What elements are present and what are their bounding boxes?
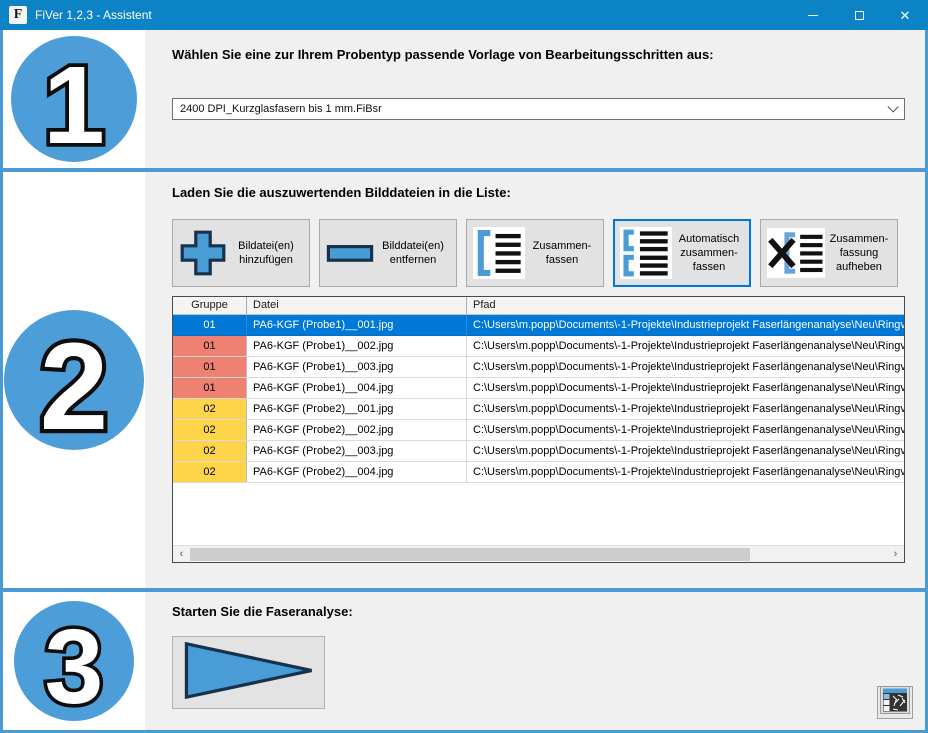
cell-pfad: C:\Users\m.popp\Documents\-1-Projekte\In… [467,315,904,335]
cell-datei: PA6-KGF (Probe1)__001.jpg [247,315,467,335]
app-window: F FiVer 1,2,3 - Assistent ✕ 1 Wählen Sie… [0,0,928,733]
play-triangle-icon [180,640,318,706]
unmerge-button[interactable]: Zusammen- fassung aufheben [760,219,898,287]
table-empty-area [173,483,904,545]
double-bracket-list-icon [620,227,672,279]
cell-gruppe: 01 [173,357,247,377]
svg-text:2: 2 [40,318,109,450]
add-image-files-label: Bildatei(en) hinzufügen [227,239,305,268]
scrollbar-thumb[interactable] [190,548,750,561]
minus-rect-icon [326,229,374,277]
step-3-column: 3 [3,592,145,730]
step-3-heading: Starten Sie die Faseranalyse: [172,604,905,619]
step-3-section: 3 Starten Sie die Faseranalyse: [3,592,925,730]
title-bar: F FiVer 1,2,3 - Assistent ✕ [0,0,928,30]
table-header: Gruppe Datei Pfad [173,297,904,315]
cell-gruppe: 01 [173,336,247,356]
cell-datei: PA6-KGF (Probe1)__002.jpg [247,336,467,356]
scroll-left-icon[interactable]: ‹ [173,547,190,562]
table-row[interactable]: 02PA6-KGF (Probe2)__003.jpgC:\Users\m.po… [173,441,904,462]
image-file-table: Gruppe Datei Pfad 01PA6-KGF (Probe1)__00… [172,296,905,563]
auto-merge-button[interactable]: Automatisch zusammen- fassen [613,219,751,287]
svg-text:3: 3 [45,608,104,721]
step-2-column: 2 [3,172,145,588]
cell-pfad: C:\Users\m.popp\Documents\-1-Projekte\In… [467,336,904,356]
x-bracket-list-icon [767,228,825,278]
table-body: 01PA6-KGF (Probe1)__001.jpgC:\Users\m.po… [173,315,904,483]
cell-datei: PA6-KGF (Probe1)__004.jpg [247,378,467,398]
cell-datei: PA6-KGF (Probe2)__004.jpg [247,462,467,482]
column-header-datei[interactable]: Datei [247,297,467,314]
close-icon: ✕ [900,9,911,22]
table-row[interactable]: 01PA6-KGF (Probe1)__004.jpgC:\Users\m.po… [173,378,904,399]
cell-datei: PA6-KGF (Probe2)__003.jpg [247,441,467,461]
minimize-icon [808,15,818,16]
template-select-value: 2400 DPI_Kurzglasfasern bis 1 mm.FiBsr [180,103,887,115]
window-title: FiVer 1,2,3 - Assistent [35,8,790,22]
cell-gruppe: 01 [173,315,247,335]
fiber-table-icon [880,686,910,719]
cell-gruppe: 01 [173,378,247,398]
remove-image-files-label: Bilddatei(en) entfernen [374,239,452,268]
cell-pfad: C:\Users\m.popp\Documents\-1-Projekte\In… [467,420,904,440]
cell-datei: PA6-KGF (Probe2)__001.jpg [247,399,467,419]
maximize-icon [855,11,864,20]
table-row[interactable]: 02PA6-KGF (Probe2)__001.jpgC:\Users\m.po… [173,399,904,420]
step-2-section: 2 Laden Sie die auszuwertenden Bilddatei… [3,172,925,588]
cell-gruppe: 02 [173,462,247,482]
remove-image-files-button[interactable]: Bilddatei(en) entfernen [319,219,457,287]
column-header-gruppe[interactable]: Gruppe [173,297,247,314]
step-1-heading: Wählen Sie eine zur Ihrem Probentyp pass… [172,47,905,62]
step-1-badge: 1 [11,36,137,162]
bracket-list-icon [473,227,525,279]
step-2-badge: 2 [4,310,144,450]
cell-pfad: C:\Users\m.popp\Documents\-1-Projekte\In… [467,462,904,482]
cell-pfad: C:\Users\m.popp\Documents\-1-Projekte\In… [467,357,904,377]
plus-icon [179,229,227,277]
chevron-down-icon [887,101,898,112]
cell-gruppe: 02 [173,420,247,440]
add-image-files-button[interactable]: Bildatei(en) hinzufügen [172,219,310,287]
merge-label: Zusammen- fassen [525,239,599,268]
app-logo-icon: F [9,6,27,24]
cell-datei: PA6-KGF (Probe2)__002.jpg [247,420,467,440]
step-1-column: 1 [3,30,145,168]
template-select[interactable]: 2400 DPI_Kurzglasfasern bis 1 mm.FiBsr [172,98,905,120]
step-1-section: 1 Wählen Sie eine zur Ihrem Probentyp pa… [3,30,925,168]
table-row[interactable]: 02PA6-KGF (Probe2)__004.jpgC:\Users\m.po… [173,462,904,483]
result-window-button[interactable] [877,686,913,719]
maximize-button[interactable] [836,0,882,30]
step-2-heading: Laden Sie die auszuwertenden Bilddateien… [172,185,905,200]
wizard-body: 1 Wählen Sie eine zur Ihrem Probentyp pa… [0,30,928,733]
table-row[interactable]: 01PA6-KGF (Probe1)__002.jpgC:\Users\m.po… [173,336,904,357]
window-controls: ✕ [790,0,928,30]
cell-datei: PA6-KGF (Probe1)__003.jpg [247,357,467,377]
cell-pfad: C:\Users\m.popp\Documents\-1-Projekte\In… [467,378,904,398]
cell-gruppe: 02 [173,399,247,419]
column-header-pfad[interactable]: Pfad [467,297,904,314]
auto-merge-label: Automatisch zusammen- fassen [672,232,746,275]
minimize-button[interactable] [790,0,836,30]
table-row[interactable]: 01PA6-KGF (Probe1)__001.jpgC:\Users\m.po… [173,315,904,336]
horizontal-scrollbar[interactable]: ‹ › [173,545,904,562]
svg-text:1: 1 [43,44,105,162]
close-button[interactable]: ✕ [882,0,928,30]
step-3-badge: 3 [14,601,134,721]
image-file-toolbar: Bildatei(en) hinzufügen Bilddatei(en) en… [172,219,905,287]
cell-pfad: C:\Users\m.popp\Documents\-1-Projekte\In… [467,441,904,461]
cell-gruppe: 02 [173,441,247,461]
scroll-right-icon[interactable]: › [887,547,904,562]
unmerge-label: Zusammen- fassung aufheben [825,232,893,275]
table-row[interactable]: 02PA6-KGF (Probe2)__002.jpgC:\Users\m.po… [173,420,904,441]
cell-pfad: C:\Users\m.popp\Documents\-1-Projekte\In… [467,399,904,419]
merge-button[interactable]: Zusammen- fassen [466,219,604,287]
table-row[interactable]: 01PA6-KGF (Probe1)__003.jpgC:\Users\m.po… [173,357,904,378]
start-analysis-button[interactable] [172,636,325,709]
